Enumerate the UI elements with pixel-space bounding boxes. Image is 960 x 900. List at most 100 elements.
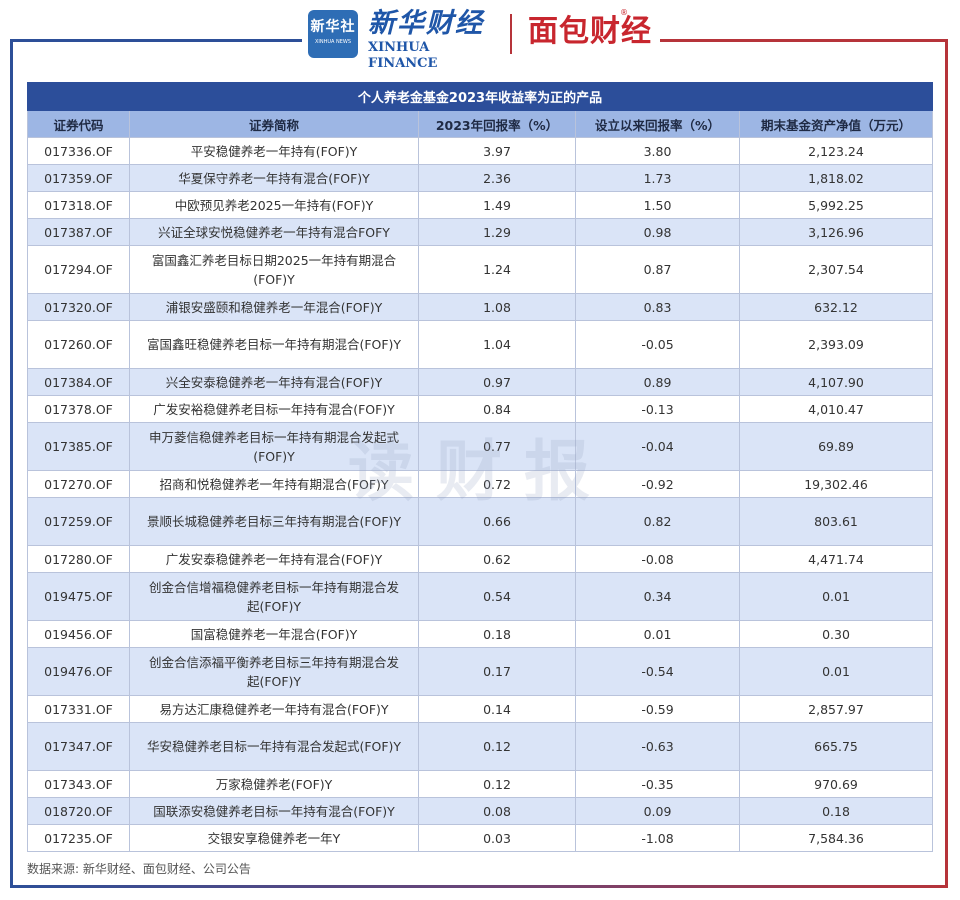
name-cell: 申万菱信稳健养老目标一年持有期混合发起式(FOF)Y — [129, 422, 419, 471]
name-cell: 平安稳健养老一年持有(FOF)Y — [129, 137, 419, 165]
name-cell: 富国鑫汇养老目标日期2025一年持有期混合(FOF)Y — [129, 245, 419, 294]
name-cell: 国富稳健养老一年混合(FOF)Y — [129, 620, 419, 648]
header: 新华社 XINHUA NEWS 新华财经 XINHUA FINANCE 面包财经… — [0, 0, 960, 71]
code-cell: 017270.OF — [27, 470, 130, 498]
header-name: 证券简称 — [129, 110, 419, 138]
net-asset-value-cell: 4,107.90 — [738, 368, 934, 396]
table-row: 017318.OF 中欧预见养老2025一年持有(FOF)Y 1.49 1.50 5,9… — [27, 191, 934, 219]
net-asset-value-cell: 2,857.97 — [738, 695, 934, 723]
code-cell: 017336.OF — [27, 137, 130, 165]
table-row: 017270.OF 招商和悦稳健养老一年持有期混合(FOF)Y 0.72 -0.92 1… — [27, 470, 934, 498]
return-since-inception-cell: -0.54 — [575, 647, 740, 696]
return-since-inception-cell: 0.98 — [575, 218, 740, 246]
return-since-inception-cell: 0.89 — [575, 368, 740, 396]
code-cell: 017387.OF — [27, 218, 130, 246]
return-2023-cell: 3.97 — [418, 137, 576, 165]
return-since-inception-cell: 0.83 — [575, 293, 740, 321]
return-since-inception-cell: 0.01 — [575, 620, 740, 648]
name-cell: 景顺长城稳健养老目标三年持有期混合(FOF)Y — [129, 497, 419, 546]
code-cell: 017260.OF — [27, 320, 130, 369]
name-cell: 创金合信增福稳健养老目标一年持有期混合发起(FOF)Y — [129, 572, 419, 621]
name-cell: 易方达汇康稳健养老一年持有混合(FOF)Y — [129, 695, 419, 723]
code-cell: 017294.OF — [27, 245, 130, 294]
return-since-inception-cell: 3.80 — [575, 137, 740, 165]
table-title: 个人养老金基金2023年收益率为正的产品 — [26, 82, 934, 111]
code-cell: 017384.OF — [27, 368, 130, 396]
return-2023-cell: 0.54 — [418, 572, 576, 621]
return-since-inception-cell: -0.35 — [575, 770, 740, 798]
table-row: 017280.OF 广发安泰稳健养老一年持有混合(FOF)Y 0.62 -0.08 4,… — [27, 545, 934, 573]
name-cell: 兴全安泰稳健养老一年持有混合(FOF)Y — [129, 368, 419, 396]
frame-right-rule — [945, 39, 948, 887]
net-asset-value-cell: 2,393.09 — [738, 320, 934, 369]
name-cell: 中欧预见养老2025一年持有(FOF)Y — [129, 191, 419, 219]
table-row: 017359.OF 华夏保守养老一年持有混合(FOF)Y 2.36 1.73 1,818… — [27, 164, 934, 192]
return-2023-cell: 0.66 — [418, 497, 576, 546]
table-row: 017385.OF 申万菱信稳健养老目标一年持有期混合发起式(FOF)Y 0.77-… — [27, 422, 934, 471]
code-cell: 017378.OF — [27, 395, 130, 423]
table-header-row: 证券代码 证券简称 2023年回报率（%） 设立以来回报率（%） 期末基金资产净… — [27, 110, 934, 138]
code-cell: 017343.OF — [27, 770, 130, 798]
return-2023-cell: 1.24 — [418, 245, 576, 294]
logo-divider — [510, 14, 512, 54]
return-since-inception-cell: 1.73 — [575, 164, 740, 192]
return-2023-cell: 0.72 — [418, 470, 576, 498]
mianbao-finance-logo: 面包财经 — [528, 14, 652, 49]
net-asset-value-cell: 7,584.36 — [738, 824, 934, 852]
net-asset-value-cell: 3,126.96 — [738, 218, 934, 246]
return-since-inception-cell: 1.50 — [575, 191, 740, 219]
code-cell: 017318.OF — [27, 191, 130, 219]
code-cell: 017235.OF — [27, 824, 130, 852]
net-asset-value-cell: 665.75 — [738, 722, 934, 771]
table-body: 017336.OF 平安稳健养老一年持有(FOF)Y 3.97 3.80 2,123.2… — [27, 137, 934, 852]
table-row: 017331.OF 易方达汇康稳健养老一年持有混合(FOF)Y 0.14 -0.59 2… — [27, 695, 934, 723]
return-2023-cell: 1.29 — [418, 218, 576, 246]
return-since-inception-cell: -0.08 — [575, 545, 740, 573]
header-code: 证券代码 — [27, 110, 130, 138]
name-cell: 富国鑫旺稳健养老目标一年持有期混合(FOF)Y — [129, 320, 419, 369]
return-2023-cell: 0.14 — [418, 695, 576, 723]
source-note: 数据来源: 新华财经、面包财经、公司公告 — [27, 862, 251, 876]
return-since-inception-cell: -0.92 — [575, 470, 740, 498]
frame-top-left-rule — [10, 39, 302, 42]
return-2023-cell: 0.62 — [418, 545, 576, 573]
name-cell: 广发安泰稳健养老一年持有混合(FOF)Y — [129, 545, 419, 573]
return-since-inception-cell: 0.09 — [575, 797, 740, 825]
table-row: 017343.OF 万家稳健养老(FOF)Y 0.12 -0.35 970.69 — [27, 770, 934, 798]
table-row: 017378.OF 广发安裕稳健养老目标一年持有混合(FOF)Y 0.84 -0.13… — [27, 395, 934, 423]
net-asset-value-cell: 2,123.24 — [738, 137, 934, 165]
code-cell: 017347.OF — [27, 722, 130, 771]
frame-bottom-rule — [10, 885, 948, 888]
name-cell: 广发安裕稳健养老目标一年持有混合(FOF)Y — [129, 395, 419, 423]
name-cell: 交银安享稳健养老一年Y — [129, 824, 419, 852]
name-cell: 国联添安稳健养老目标一年持有混合(FOF)Y — [129, 797, 419, 825]
return-since-inception-cell: -0.04 — [575, 422, 740, 471]
return-2023-cell: 2.36 — [418, 164, 576, 192]
net-asset-value-cell: 4,471.74 — [738, 545, 934, 573]
code-cell: 017259.OF — [27, 497, 130, 546]
xinhua-news-logo: 新华社 XINHUA NEWS — [308, 10, 358, 58]
return-2023-cell: 1.49 — [418, 191, 576, 219]
xinhua-badge-en: XINHUA NEWS — [314, 39, 352, 45]
table-row: 019456.OF 国富稳健养老一年混合(FOF)Y 0.18 0.01 0.30 — [27, 620, 934, 648]
return-2023-cell: 0.77 — [418, 422, 576, 471]
table-row: 018720.OF 国联添安稳健养老目标一年持有混合(FOF)Y 0.08 0.09 0… — [27, 797, 934, 825]
return-2023-cell: 0.97 — [418, 368, 576, 396]
return-2023-cell: 0.03 — [418, 824, 576, 852]
name-cell: 创金合信添福平衡养老目标三年持有期混合发起(FOF)Y — [129, 647, 419, 696]
net-asset-value-cell: 0.30 — [738, 620, 934, 648]
table-row: 017260.OF 富国鑫旺稳健养老目标一年持有期混合(FOF)Y 1.04 -0.0… — [27, 320, 934, 369]
header-return-since-inception: 设立以来回报率（%） — [575, 110, 740, 138]
code-cell: 017331.OF — [27, 695, 130, 723]
name-cell: 万家稳健养老(FOF)Y — [129, 770, 419, 798]
return-since-inception-cell: -0.13 — [575, 395, 740, 423]
header-return-2023: 2023年回报率（%） — [418, 110, 576, 138]
code-cell: 017280.OF — [27, 545, 130, 573]
return-since-inception-cell: 0.82 — [575, 497, 740, 546]
net-asset-value-cell: 0.01 — [738, 572, 934, 621]
table-row: 017294.OF 富国鑫汇养老目标日期2025一年持有期混合(FOF)Y 1.24… — [27, 245, 934, 294]
fund-table: 个人养老金基金2023年收益率为正的产品 证券代码 证券简称 2023年回报率（… — [26, 82, 934, 852]
code-cell: 017385.OF — [27, 422, 130, 471]
table-row: 017259.OF 景顺长城稳健养老目标三年持有期混合(FOF)Y 0.66 0.82… — [27, 497, 934, 546]
return-2023-cell: 0.08 — [418, 797, 576, 825]
